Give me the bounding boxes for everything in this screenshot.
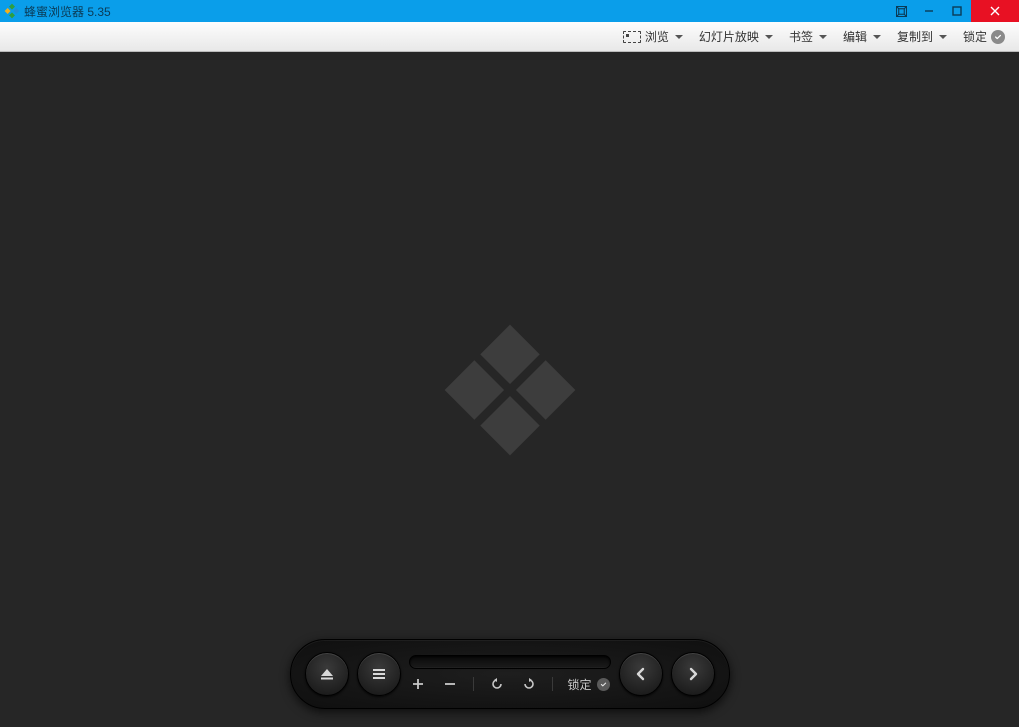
browse-icon bbox=[623, 31, 641, 43]
next-button[interactable] bbox=[671, 652, 715, 696]
placeholder-logo bbox=[440, 320, 580, 460]
minimize-button[interactable] bbox=[915, 0, 943, 22]
toolbar: 浏览 幻灯片放映 书签 编辑 复制到 锁定 bbox=[0, 22, 1019, 52]
maximize-button[interactable] bbox=[943, 0, 971, 22]
chevron-down-icon bbox=[873, 35, 881, 39]
image-view[interactable]: 锁定 bbox=[0, 52, 1019, 727]
zoom-out-button[interactable] bbox=[441, 675, 459, 693]
titlebar: 蜂蜜浏览器 5.35 bbox=[0, 0, 1019, 22]
slideshow-menu[interactable]: 幻灯片放映 bbox=[693, 25, 779, 49]
progress-track[interactable] bbox=[409, 655, 611, 669]
control-bar: 锁定 bbox=[290, 639, 730, 709]
prev-button[interactable] bbox=[619, 652, 663, 696]
eject-button[interactable] bbox=[305, 652, 349, 696]
rotate-left-button[interactable] bbox=[488, 675, 506, 693]
app-icon bbox=[4, 3, 20, 19]
lock-label: 锁定 bbox=[963, 28, 987, 45]
copy-to-menu[interactable]: 复制到 bbox=[891, 25, 953, 49]
close-button[interactable] bbox=[971, 0, 1019, 22]
browse-label: 浏览 bbox=[645, 28, 669, 45]
bookmark-menu[interactable]: 书签 bbox=[783, 25, 833, 49]
chevron-down-icon bbox=[765, 35, 773, 39]
edit-menu[interactable]: 编辑 bbox=[837, 25, 887, 49]
fullscreen-button[interactable] bbox=[887, 0, 915, 22]
zoom-in-button[interactable] bbox=[409, 675, 427, 693]
lock-toggle[interactable]: 锁定 bbox=[957, 25, 1011, 49]
control-lock-toggle[interactable]: 锁定 bbox=[567, 676, 609, 693]
app-title: 蜂蜜浏览器 5.35 bbox=[24, 3, 111, 20]
bookmark-label: 书签 bbox=[789, 28, 813, 45]
separator bbox=[473, 677, 474, 691]
check-circle-icon bbox=[597, 678, 610, 691]
edit-label: 编辑 bbox=[843, 28, 867, 45]
slideshow-label: 幻灯片放映 bbox=[699, 28, 759, 45]
copy-to-label: 复制到 bbox=[897, 28, 933, 45]
window-controls bbox=[887, 0, 1019, 22]
chevron-down-icon bbox=[675, 35, 683, 39]
control-lock-label: 锁定 bbox=[567, 676, 591, 693]
nav-buttons bbox=[619, 652, 715, 696]
separator bbox=[552, 677, 553, 691]
control-mid: 锁定 bbox=[409, 646, 611, 702]
check-circle-icon bbox=[991, 30, 1005, 44]
browse-menu[interactable]: 浏览 bbox=[617, 25, 689, 49]
rotate-right-button[interactable] bbox=[520, 675, 538, 693]
chevron-down-icon bbox=[819, 35, 827, 39]
chevron-down-icon bbox=[939, 35, 947, 39]
list-button[interactable] bbox=[357, 652, 401, 696]
control-row: 锁定 bbox=[409, 675, 611, 693]
